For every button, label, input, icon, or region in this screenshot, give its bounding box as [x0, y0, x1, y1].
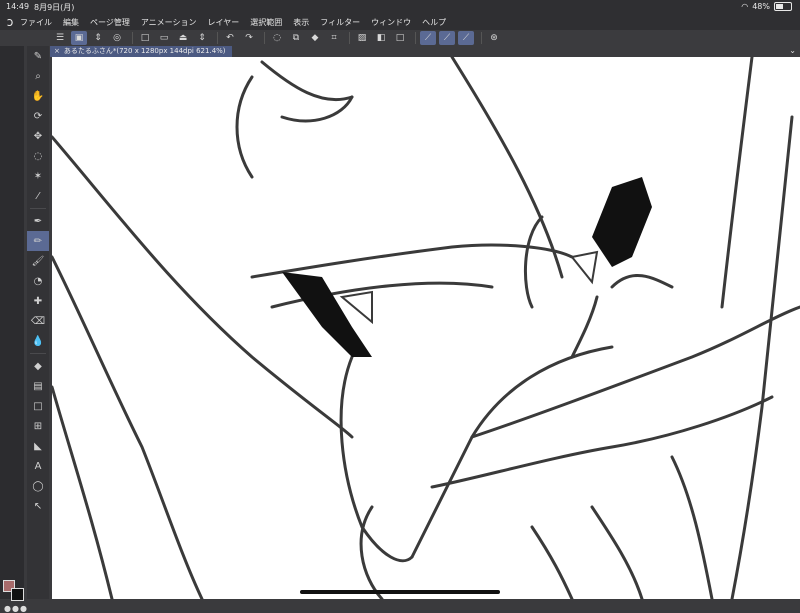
sub-tool-icon[interactable]: ✎ — [27, 46, 49, 66]
sub-color-swatch[interactable] — [11, 588, 24, 601]
toolbar-divider — [132, 32, 133, 44]
ruler-icon[interactable]: ⊛ — [486, 31, 502, 45]
save-icon[interactable]: ⏏ — [175, 31, 191, 45]
command-bar: ☰ ▣ ⇕ ◎ □ ▭ ⏏ ⇕ ↶ ↷ ◌ ⧉ ◆ ⌗ ▨ ◧ □ ⟋ ⟋ ⟋ … — [0, 30, 800, 46]
document-tab-label: あるたるふさん*(720 x 1280px 144dpi 621.4%) — [63, 47, 226, 55]
menu-bar: ↄ ファイル 編集 ページ管理 アニメーション レイヤー 選択範囲 表示 フィル… — [0, 14, 800, 30]
eyedropper-icon[interactable]: ⁄ — [27, 186, 49, 206]
pencil-icon[interactable]: ✏ — [27, 231, 49, 251]
left-panel: ●●● — [0, 46, 27, 613]
tool-palette: ✎ ⌕ ✋ ⟳ ✥ ◌ ✶ ⁄ ✒ ✏ 🖌 ◔ ✚ ⌫ 💧 ◆ ▤ □ ⊞ ◣ … — [27, 46, 49, 599]
layer-settings-icon[interactable]: ▣ — [71, 31, 87, 45]
ios-status-bar: 14:49 8月9日(月) ◠ 48% — [0, 0, 800, 14]
document-tab[interactable]: × あるたるふさん*(720 x 1280px 144dpi 621.4%) — [50, 46, 232, 57]
document-tab-bar: × あるたるふさん*(720 x 1280px 144dpi 621.4%) ⌄ — [50, 46, 800, 57]
battery-icon — [774, 2, 792, 11]
correct-line-icon[interactable]: ↖ — [27, 496, 49, 516]
drawing-canvas[interactable] — [52, 57, 800, 599]
menu-icon[interactable]: ☰ — [52, 31, 68, 45]
menu-window[interactable]: ウィンドウ — [371, 17, 411, 28]
menu-layer[interactable]: レイヤー — [208, 17, 240, 28]
sketch-artwork — [52, 57, 800, 599]
stroke-a-icon[interactable]: ⟋ — [420, 31, 436, 45]
toolbar-divider — [415, 32, 416, 44]
close-icon[interactable]: × — [54, 46, 60, 57]
show-icon[interactable]: ◎ — [109, 31, 125, 45]
status-date: 8月9日(月) — [34, 3, 75, 12]
disabled-c-icon: □ — [395, 33, 405, 43]
menu-edit[interactable]: 編集 — [63, 17, 79, 28]
move-icon[interactable]: ✥ — [27, 126, 49, 146]
undo-icon[interactable]: ↶ — [222, 31, 238, 45]
sort-icon[interactable]: ⇕ — [90, 31, 106, 45]
menu-view[interactable]: 表示 — [293, 17, 309, 28]
airbrush-icon[interactable]: ◔ — [27, 271, 49, 291]
toolbar-divider — [349, 32, 350, 44]
rotate-icon[interactable]: ⟳ — [27, 106, 49, 126]
disabled-b-icon: ◧ — [376, 33, 386, 43]
select-icon[interactable]: ◌ — [269, 31, 285, 45]
open-icon[interactable]: ▭ — [156, 31, 172, 45]
new-icon[interactable]: □ — [137, 31, 153, 45]
toolbar-divider — [264, 32, 265, 44]
magic-wand-icon[interactable]: ✶ — [27, 166, 49, 186]
menu-animation[interactable]: アニメーション — [141, 17, 197, 28]
export-icon[interactable]: ⇕ — [194, 31, 210, 45]
crop-icon[interactable]: ⌗ — [326, 31, 342, 45]
menu-file[interactable]: ファイル — [20, 17, 52, 28]
palette-divider — [30, 208, 46, 209]
stroke-b-icon[interactable]: ⟋ — [439, 31, 455, 45]
brush-icon[interactable]: 🖌 — [27, 251, 49, 271]
home-indicator[interactable] — [300, 590, 500, 594]
menu-help[interactable]: ヘルプ — [422, 17, 446, 28]
menu-filter[interactable]: フィルター — [320, 17, 360, 28]
palette-divider — [30, 353, 46, 354]
gradient-icon[interactable]: ▤ — [27, 376, 49, 396]
decoration-icon[interactable]: ✚ — [27, 291, 49, 311]
lasso-icon[interactable]: ◌ — [27, 146, 49, 166]
chevron-down-icon[interactable]: ⌄ — [789, 46, 796, 55]
wifi-icon: ◠ — [741, 2, 749, 11]
text-icon[interactable]: A — [27, 456, 49, 476]
stroke-c-icon[interactable]: ⟋ — [458, 31, 474, 45]
color-mode-dots[interactable]: ●●● — [4, 604, 28, 613]
toolbar-divider — [217, 32, 218, 44]
redo-icon[interactable]: ↷ — [241, 31, 257, 45]
frame-icon[interactable]: ⊞ — [27, 416, 49, 436]
blend-icon[interactable]: 💧 — [27, 331, 49, 351]
battery-fill — [776, 4, 783, 9]
fill-tool-icon[interactable]: ◆ — [27, 356, 49, 376]
fill-icon[interactable]: ◆ — [307, 31, 323, 45]
pen-icon[interactable]: ✒ — [27, 211, 49, 231]
status-time: 14:49 — [6, 2, 30, 11]
ruler-tool-icon[interactable]: ◣ — [27, 436, 49, 456]
hand-icon[interactable]: ✋ — [27, 86, 49, 106]
zoom-icon[interactable]: ⌕ — [27, 66, 49, 86]
transform-icon[interactable]: ⧉ — [288, 31, 304, 45]
figure-icon[interactable]: □ — [27, 396, 49, 416]
disabled-a-icon: ▨ — [357, 33, 367, 43]
toolbar-divider — [481, 32, 482, 44]
app-logo-icon[interactable]: ↄ — [0, 14, 20, 30]
battery-percent: 48% — [752, 2, 770, 11]
eraser-icon[interactable]: ⌫ — [27, 311, 49, 331]
balloon-icon[interactable]: ◯ — [27, 476, 49, 496]
menu-page[interactable]: ページ管理 — [90, 17, 130, 28]
status-right: ◠ 48% — [741, 2, 792, 11]
menu-selection[interactable]: 選択範囲 — [250, 17, 282, 28]
